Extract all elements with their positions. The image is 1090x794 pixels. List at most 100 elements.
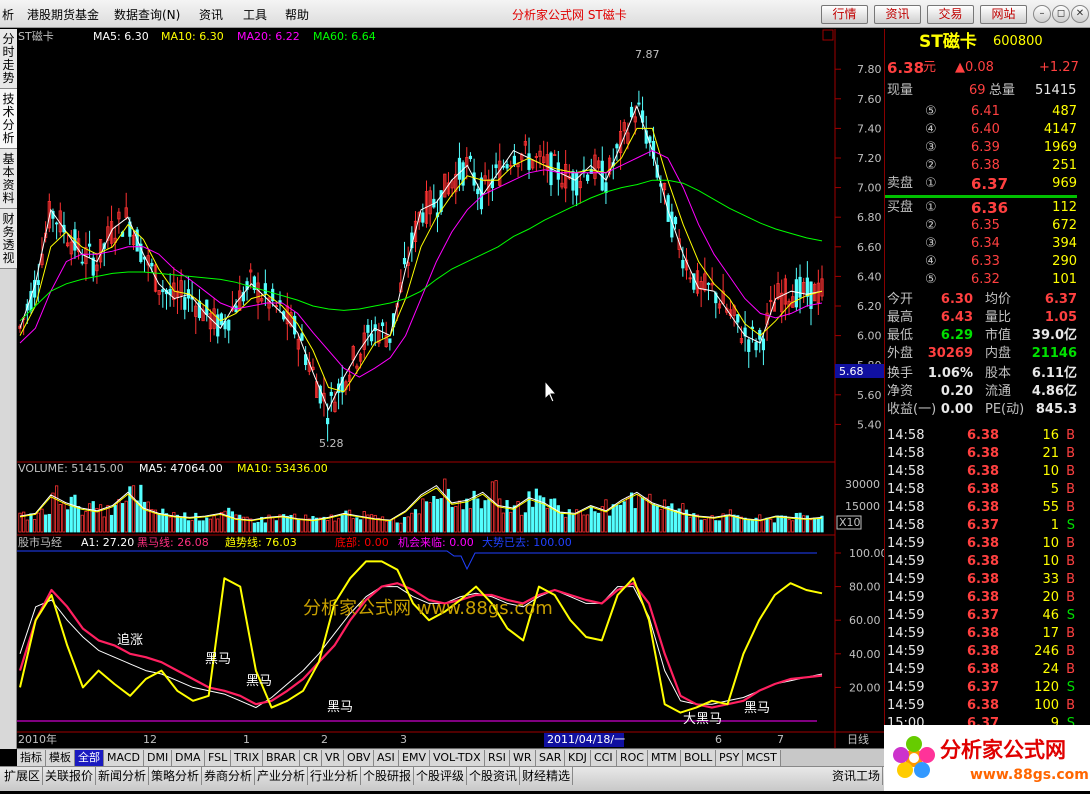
indicator-tab[interactable]: KDJ [565, 750, 591, 766]
indicator-tab[interactable]: ASI [374, 750, 399, 766]
indicator-tab[interactable]: SAR [536, 750, 566, 766]
candle-body [369, 333, 374, 342]
indicator-tab[interactable]: EMV [399, 750, 430, 766]
close-icon[interactable]: ✕ [1071, 5, 1089, 23]
indicator-tab[interactable]: MACD [104, 750, 144, 766]
indicator-tab[interactable]: BRAR [263, 750, 300, 766]
indicator-tab[interactable]: MCST [743, 750, 781, 766]
tick-time: 14:59 [887, 554, 925, 569]
tick-side: B [1066, 446, 1075, 461]
indicator-tab[interactable]: PSY [716, 750, 744, 766]
menu-help[interactable]: 帮助 [285, 6, 309, 23]
status-tab[interactable]: 策略分析 [149, 767, 203, 785]
stat-value: 1.06% [927, 366, 973, 381]
volume-bar [618, 504, 623, 533]
indicator-tab[interactable]: MTM [648, 750, 681, 766]
candle-body [673, 217, 678, 225]
tick-price: 6.38 [967, 626, 1000, 641]
buy-price: 6.35 [971, 218, 1000, 233]
trade-button[interactable]: 交易 [927, 5, 974, 24]
volume-bar [142, 501, 147, 533]
candle-body [494, 164, 498, 169]
volume-bar [432, 496, 436, 533]
indicator-tab[interactable]: CCI [591, 750, 617, 766]
tick-price: 6.38 [967, 536, 1000, 551]
indicator-tab[interactable]: VOL-TDX [430, 750, 485, 766]
status-tab[interactable]: 扩展区 [2, 767, 44, 785]
tab-technical[interactable]: 技术分析 [0, 89, 17, 149]
ma5-label: MA5: 6.30 [93, 30, 149, 43]
tab-fundamentals[interactable]: 基本资料 [0, 149, 17, 209]
tick-side: B [1066, 554, 1075, 569]
status-tab[interactable]: 行业分析 [308, 767, 362, 785]
status-tab[interactable]: 新闻分析 [96, 767, 150, 785]
tick-price: 6.38 [967, 572, 1000, 587]
candle-body [527, 153, 531, 170]
restore-icon[interactable]: ◻ [1052, 5, 1070, 23]
menu-news[interactable]: 资讯 [199, 6, 223, 23]
indicator-tab[interactable]: CR [300, 750, 323, 766]
status-tab[interactable]: 个股研报 [361, 767, 415, 785]
x-label: 7 [777, 733, 784, 746]
indicator-heima: 黑马线: 26.08 [137, 535, 209, 549]
minimize-icon[interactable]: – [1033, 5, 1051, 23]
indicator-tab[interactable]: BOLL [681, 750, 717, 766]
volume-bar [476, 498, 480, 533]
indicator-tab[interactable]: TRIX [231, 750, 264, 766]
indicator-tab[interactable]: FSL [205, 750, 232, 766]
website-button[interactable]: 网站 [980, 5, 1027, 24]
status-tab[interactable]: 产业分析 [255, 767, 309, 785]
indicator-tab[interactable]: 模板 [46, 750, 75, 766]
menu-analysis[interactable]: 析 [2, 6, 14, 23]
tick-side: B [1066, 698, 1075, 713]
volume-bar [164, 513, 169, 533]
indicator-tab[interactable]: OBV [344, 750, 375, 766]
indicator-tab[interactable]: 全部 [75, 750, 104, 766]
indicator-tab[interactable]: DMI [144, 750, 173, 766]
ind-tick-label: 60.00 [849, 614, 881, 627]
bid-ask-divider [885, 195, 1077, 198]
sell-level: ① [925, 176, 937, 191]
tick-price: 6.37 [967, 680, 1000, 695]
status-tab[interactable]: 财经精选 [520, 767, 574, 785]
status-tab[interactable]: 个股资讯 [467, 767, 521, 785]
status-right-tab[interactable]: 资讯工场 [830, 767, 884, 785]
tab-financials[interactable]: 财务透视 [0, 209, 17, 269]
menu-tools[interactable]: 工具 [243, 6, 267, 23]
stat-value: 0.00 [940, 402, 973, 417]
status-tab[interactable]: 券商分析 [202, 767, 256, 785]
menu-hk-futures-funds[interactable]: 港股期货基金 [27, 6, 99, 23]
indicator-tab[interactable]: ROC [617, 750, 648, 766]
status-tab[interactable]: 个股评级 [414, 767, 468, 785]
x-cursor-date: 2011/04/18/一 [547, 733, 625, 746]
price-tick-label: 7.80 [857, 63, 882, 76]
volume-bar [274, 520, 278, 533]
ind-tick-label: 100.00 [849, 547, 884, 560]
buy-row: ③ 6.34 394 [885, 235, 1077, 253]
annotation-daheima: 大黑马 [683, 712, 722, 727]
quote-stock-name: ST磁卡 [919, 32, 977, 52]
indicator-tab[interactable]: VR [322, 750, 345, 766]
volume-bar [439, 498, 443, 533]
volume-bar [549, 498, 553, 533]
menu-data-query[interactable]: 数据查询(N) [114, 6, 180, 23]
ma10-label: MA10: 6.30 [161, 30, 224, 43]
candle-body [571, 171, 575, 191]
indicator-tab[interactable]: DMA [172, 750, 205, 766]
stat-row: 净资 0.20 流通 4.86亿 [885, 383, 1077, 401]
tick-side: S [1066, 680, 1075, 695]
status-tab[interactable]: 关联报价 [43, 767, 97, 785]
tab-intraday[interactable]: 分时走势 [0, 29, 17, 89]
indicator-tab[interactable]: WR [510, 750, 536, 766]
indicator-tab[interactable]: 指标 [17, 750, 46, 766]
tick-volume: 1 [1050, 518, 1059, 533]
volume-bar [179, 517, 183, 533]
indicator-tab[interactable]: RSI [485, 750, 510, 766]
news-button[interactable]: 资讯 [874, 5, 921, 24]
tick-row: 14:59 6.38 20 B [885, 589, 1077, 607]
tick-time: 14:58 [887, 464, 925, 479]
status-bar: 扩展区 关联报价 新闻分析 策略分析 券商分析 产业分析 行业分析 个股研报 个股评级 个股资讯财… [0, 766, 884, 791]
chart-area[interactable]: ST磁卡 MA5: 6.30 MA10: 6.30 MA20: 6.22 MA6… [17, 29, 884, 748]
quote-button[interactable]: 行情 [821, 5, 868, 24]
candle-body [637, 102, 641, 105]
